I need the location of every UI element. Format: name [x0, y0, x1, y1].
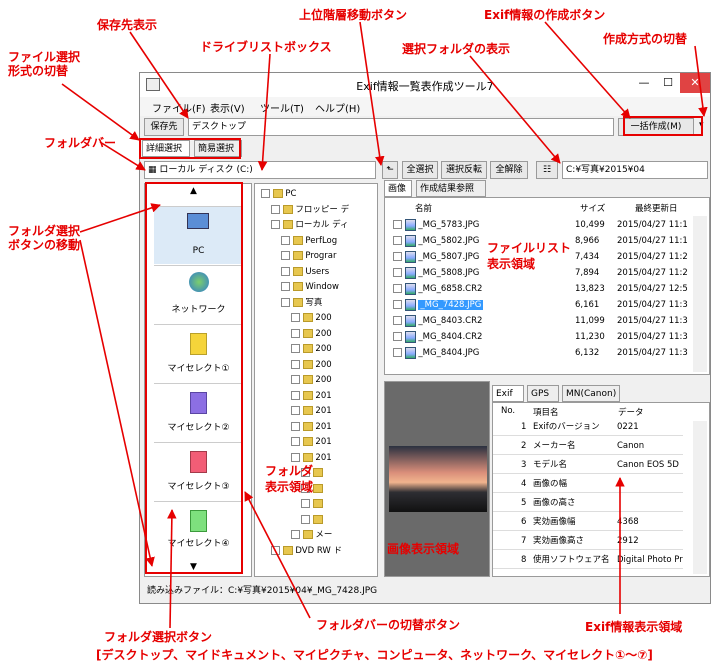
annotation-arrows	[61, 21, 708, 629]
